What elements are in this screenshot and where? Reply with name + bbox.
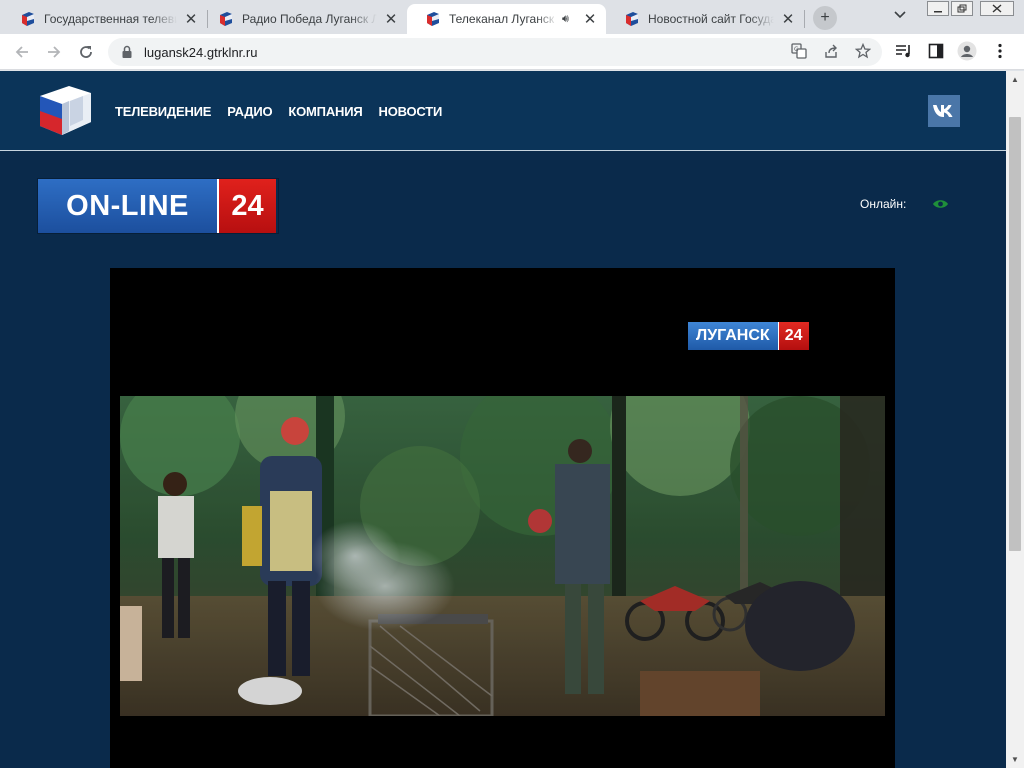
close-tab-icon[interactable]: ✕: [383, 11, 399, 28]
tab-search-chevron-icon[interactable]: [894, 8, 906, 22]
tab-strip: Государственная телевизионная ✕ Радио По…: [0, 0, 1024, 34]
tab-title: Радио Победа Луганск Луганск: [242, 12, 377, 26]
reload-button[interactable]: [74, 40, 98, 64]
tab-news-site[interactable]: Новостной сайт Государственной ✕: [606, 4, 804, 34]
tab-title: Государственная телевизионная: [44, 12, 177, 26]
kebab-menu-icon[interactable]: [990, 41, 1010, 61]
tab-radio-pobeda[interactable]: Радио Победа Луганск Луганск ✕: [200, 4, 407, 34]
video-scene-image: [120, 396, 885, 716]
favicon-icon: [22, 12, 34, 26]
nav-company[interactable]: КОМПАНИЯ: [288, 104, 362, 119]
close-tab-icon[interactable]: ✕: [183, 11, 199, 28]
nav-television[interactable]: ТЕЛЕВИДЕНИЕ: [115, 104, 211, 119]
tab-title: Телеканал Луганск 24: [449, 12, 558, 26]
profile-icon[interactable]: [957, 41, 977, 61]
site-header: ТЕЛЕВИДЕНИЕ РАДИО КОМПАНИЯ НОВОСТИ: [0, 71, 1006, 151]
site-nav: ТЕЛЕВИДЕНИЕ РАДИО КОМПАНИЯ НОВОСТИ: [115, 104, 442, 119]
scrollbar-thumb[interactable]: [1009, 117, 1021, 551]
vk-icon[interactable]: [928, 95, 960, 127]
close-tab-icon[interactable]: ✕: [780, 11, 796, 28]
page-viewport: ТЕЛЕВИДЕНИЕ РАДИО КОМПАНИЯ НОВОСТИ ON-LI…: [0, 71, 1006, 768]
site-logo[interactable]: [37, 84, 93, 138]
scroll-up-arrow-icon[interactable]: ▲: [1006, 71, 1024, 88]
close-window-button[interactable]: [980, 1, 1014, 16]
reload-icon: [80, 46, 92, 58]
video-player[interactable]: ЛУГАНСК 24: [110, 268, 895, 768]
tab-title: Новостной сайт Государственной: [648, 12, 774, 26]
favicon-icon: [626, 12, 638, 26]
new-tab-button[interactable]: +: [813, 6, 837, 30]
eye-icon: [933, 200, 948, 208]
url-text[interactable]: lugansk24.gtrklnr.ru: [144, 45, 257, 60]
scroll-down-arrow-icon[interactable]: ▼: [1006, 751, 1024, 768]
side-panel-icon[interactable]: [926, 41, 946, 61]
favicon-icon: [220, 12, 232, 26]
tab-gtrk-tv[interactable]: Государственная телевизионная ✕: [2, 4, 207, 34]
address-bar[interactable]: lugansk24.gtrklnr.ru: [108, 38, 882, 66]
restore-window-button[interactable]: [951, 1, 973, 16]
forward-button[interactable]: [42, 40, 66, 64]
speaker-icon[interactable]: 🔊︎: [562, 13, 576, 26]
video-frame[interactable]: [120, 396, 885, 716]
lock-icon[interactable]: [120, 45, 134, 59]
tab-lugansk24[interactable]: Телеканал Луганск 24 🔊︎ ✕: [407, 4, 606, 34]
channel-logo-name: ЛУГАНСК: [688, 322, 779, 350]
star-icon[interactable]: [853, 41, 873, 61]
nav-news[interactable]: НОВОСТИ: [379, 104, 443, 119]
arrow-right-icon: [48, 46, 61, 58]
favicon-icon: [427, 12, 439, 26]
media-control-icon[interactable]: [894, 41, 914, 61]
online-viewers-label: Онлайн:: [860, 197, 907, 211]
nav-radio[interactable]: РАДИО: [227, 104, 272, 119]
share-icon[interactable]: [821, 41, 841, 61]
page-scrollbar[interactable]: ▲ ▼: [1006, 71, 1024, 768]
channel-logo-number: 24: [778, 322, 809, 350]
online-badge-number: 24: [219, 179, 276, 233]
tab-separator: [804, 10, 805, 28]
arrow-left-icon: [15, 46, 28, 58]
minimize-window-button[interactable]: [927, 1, 949, 16]
browser-toolbar: lugansk24.gtrklnr.ru G: [0, 34, 1024, 70]
close-tab-icon[interactable]: ✕: [582, 11, 598, 28]
online-24-badge: ON-LINE 24: [38, 179, 278, 233]
online-badge-text: ON-LINE: [38, 179, 219, 233]
back-button[interactable]: [10, 40, 34, 64]
channel-logo: ЛУГАНСК 24: [688, 322, 809, 350]
translate-icon[interactable]: G: [789, 41, 809, 61]
svg-text:G: G: [794, 46, 799, 53]
